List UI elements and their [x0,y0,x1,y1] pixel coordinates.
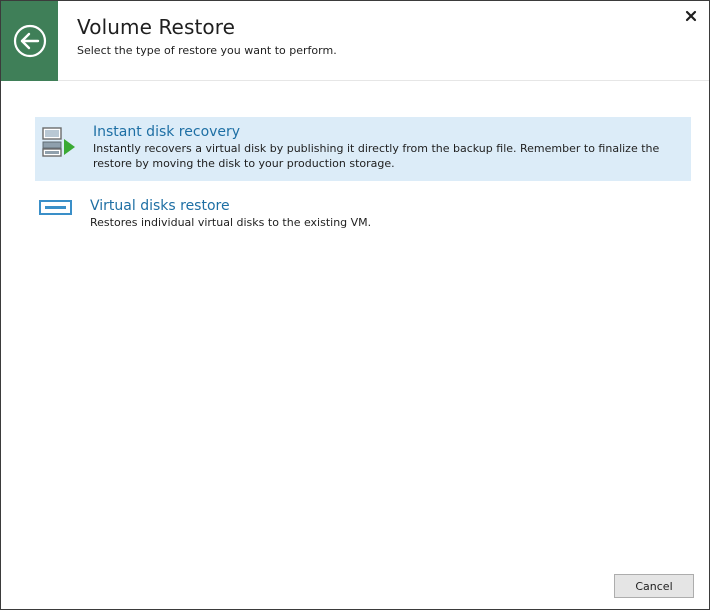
option-description-instant-disk-recovery: Instantly recovers a virtual disk by pub… [93,142,660,170]
option-instant-disk-recovery[interactable]: Instant disk recovery Instantly recovers… [35,117,691,181]
option-title-virtual-disks-restore: Virtual disks restore [90,198,230,214]
virtual-disk-icon [39,200,72,215]
option-title-instant-disk-recovery: Instant disk recovery [93,124,241,140]
dialog-title: Volume Restore [77,15,236,39]
dialog-subtitle: Select the type of restore you want to p… [77,44,337,57]
option-description-virtual-disks-restore: Restores individual virtual disks to the… [90,216,372,229]
option-virtual-disks-restore[interactable]: Virtual disks restore Restores individua… [35,193,691,237]
cancel-button[interactable]: Cancel [614,574,694,598]
close-icon [685,10,697,22]
volume-restore-dialog: Volume Restore Select the type of restor… [0,0,710,610]
back-arrow-icon [13,24,46,58]
dialog-header: Volume Restore Select the type of restor… [1,1,709,81]
instant-recovery-icon [42,127,75,157]
close-button[interactable] [682,7,700,25]
back-button[interactable] [1,1,58,81]
